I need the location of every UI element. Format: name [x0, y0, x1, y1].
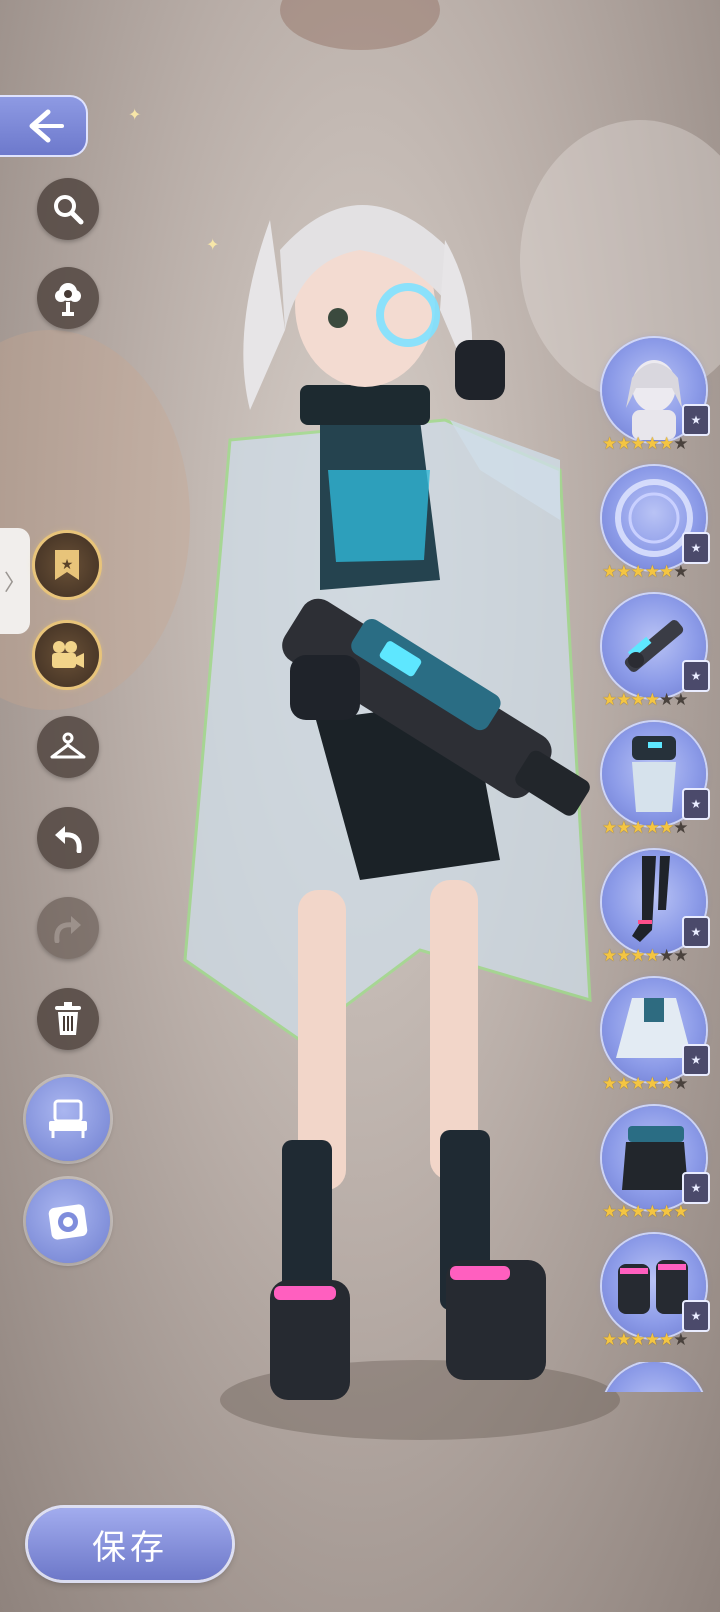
delete-button[interactable] [37, 988, 99, 1050]
rating-stars: ★★★★★★ [602, 562, 688, 582]
dresser-icon [49, 1099, 87, 1138]
trash-icon [55, 1002, 81, 1035]
star-bookmark-icon: ★ [55, 550, 79, 580]
outfit-slot-shoes[interactable]: ★ ★★★★★★ [600, 1234, 716, 1354]
rating-stars: ★★★★★★ [602, 1202, 688, 1222]
star-badge-icon: ★ [682, 404, 710, 436]
camera-icon [48, 1204, 88, 1240]
star-badge-icon: ★ [682, 1044, 710, 1076]
rating-stars: ★★★★★★ [602, 1330, 688, 1350]
rating-stars: ★★★★★★ [602, 946, 688, 966]
dresser-button[interactable] [26, 1077, 110, 1161]
rating-stars: ★★★★★★ [602, 1074, 688, 1094]
video-button[interactable] [35, 623, 99, 687]
photo-button[interactable] [26, 1179, 110, 1263]
flower-button[interactable] [37, 267, 99, 329]
outfit-slot-coat[interactable]: ★ ★★★★★★ [600, 978, 716, 1098]
outfit-slot-top[interactable]: ★ ★★★★★★ [600, 722, 716, 842]
back-button[interactable] [0, 95, 88, 157]
star-badge-icon: ★ [682, 532, 710, 564]
video-camera-icon [52, 641, 84, 668]
rating-stars: ★★★★★★ [602, 434, 688, 454]
star-badge-icon: ★ [682, 660, 710, 692]
outfit-slot-partial[interactable] [600, 1362, 716, 1392]
redo-icon [54, 916, 81, 943]
hanger-icon [50, 732, 86, 759]
save-button[interactable]: 保存 [28, 1508, 232, 1580]
outfit-slot-socks[interactable]: ★ ★★★★★★ [600, 850, 716, 970]
side-panel-handle[interactable]: 〉 [0, 528, 30, 634]
outfit-slot-weapon[interactable]: ★ ★★★★★★ [600, 594, 716, 714]
star-badge-icon: ★ [682, 1300, 710, 1332]
redo-button[interactable] [37, 897, 99, 959]
flower-icon [55, 283, 81, 316]
star-badge-icon: ★ [682, 916, 710, 948]
rating-stars: ★★★★★★ [602, 818, 688, 838]
star-badge-icon: ★ [682, 1172, 710, 1204]
outfit-slot-skirt[interactable]: ★ ★★★★★★ [600, 1106, 716, 1226]
wardrobe-button[interactable] [37, 716, 99, 778]
back-arrow-icon [29, 109, 64, 143]
rating-stars: ★★★★★★ [602, 690, 688, 710]
collection-button[interactable]: ★ [35, 533, 99, 597]
search-button[interactable] [37, 178, 99, 240]
svg-text:✦: ✦ [206, 235, 219, 254]
partial-item-thumbnail [602, 1362, 706, 1392]
undo-icon [55, 826, 82, 853]
outfit-slot-eye-accessory[interactable]: ★ ★★★★★★ [600, 466, 716, 586]
svg-text:✦: ✦ [128, 105, 141, 124]
outfit-slot-hair[interactable]: ★ ★★★★★★ [600, 338, 716, 458]
star-badge-icon: ★ [682, 788, 710, 820]
search-icon [54, 195, 84, 225]
undo-button[interactable] [37, 807, 99, 869]
svg-text:★: ★ [61, 557, 74, 573]
